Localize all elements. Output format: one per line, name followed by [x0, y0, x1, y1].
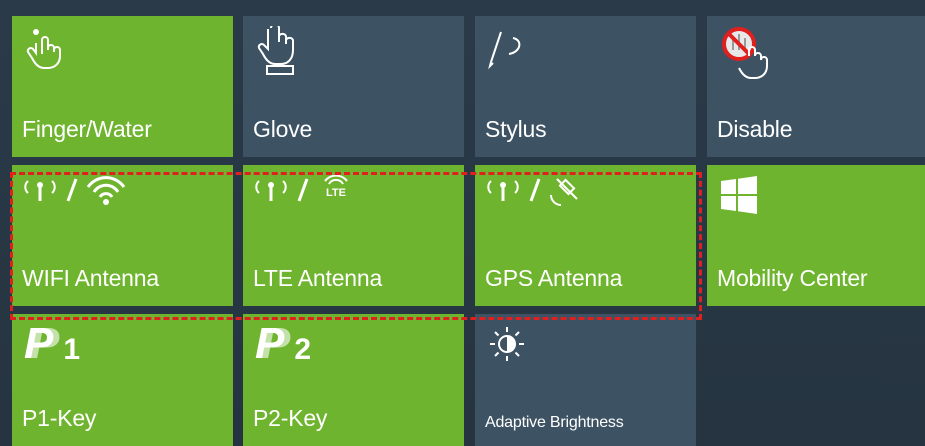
tile-label: Finger/Water: [22, 116, 152, 142]
programmable-key-2-icon: P 2: [255, 322, 311, 366]
tile-label: P2-Key: [253, 405, 328, 431]
tile-gps-antenna[interactable]: GPS Antenna: [475, 165, 696, 306]
antenna-wifi-icon: [24, 175, 154, 212]
programmable-key-1-icon: P 1: [24, 322, 80, 366]
glove-icon: [255, 23, 299, 81]
lte-icon-text: LTE: [326, 187, 346, 199]
tile-adaptive-brightness[interactable]: Adaptive Brightness: [475, 314, 696, 446]
touch-disabled-icon: [719, 26, 773, 87]
tile-disable[interactable]: Disable: [707, 16, 925, 157]
tile-label: LTE Antenna: [253, 265, 383, 291]
stylus-icon: [487, 26, 531, 81]
tile-label: WIFI Antenna: [22, 265, 159, 291]
tile-p1-key[interactable]: P 1 P1-Key: [12, 314, 233, 446]
tile-glove[interactable]: Glove: [243, 16, 464, 157]
tile-label: Glove: [253, 116, 313, 142]
p-key-glyph: P: [255, 319, 285, 368]
windows-logo-icon: [719, 175, 759, 220]
tile-mobility-center[interactable]: Mobility Center: [707, 165, 925, 306]
p-key-glyph: P: [24, 319, 54, 368]
antenna-gps-icon: [487, 175, 597, 212]
antenna-lte-icon: LTE: [255, 175, 349, 207]
p-key-digit: 2: [294, 333, 312, 366]
tile-lte-antenna[interactable]: LTE LTE Antenna: [243, 165, 464, 306]
p-key-digit: 1: [63, 333, 81, 366]
tile-label: Disable: [717, 116, 793, 142]
tile-label: P1-Key: [22, 405, 97, 431]
tile-label: Adaptive Brightness: [485, 414, 624, 431]
lte-signal-icon: LTE: [323, 175, 349, 199]
brightness-icon: [489, 326, 525, 367]
tile-finger-water[interactable]: Finger/Water: [12, 16, 233, 157]
tile-p2-key[interactable]: P 2 P2-Key: [243, 314, 464, 446]
tile-stylus[interactable]: Stylus: [475, 16, 696, 157]
finger-touch-icon: [24, 26, 64, 75]
tile-label: Mobility Center: [717, 265, 868, 291]
tile-wifi-antenna[interactable]: WIFI Antenna: [12, 165, 233, 306]
tile-label: GPS Antenna: [485, 265, 623, 291]
tile-label: Stylus: [485, 116, 547, 142]
